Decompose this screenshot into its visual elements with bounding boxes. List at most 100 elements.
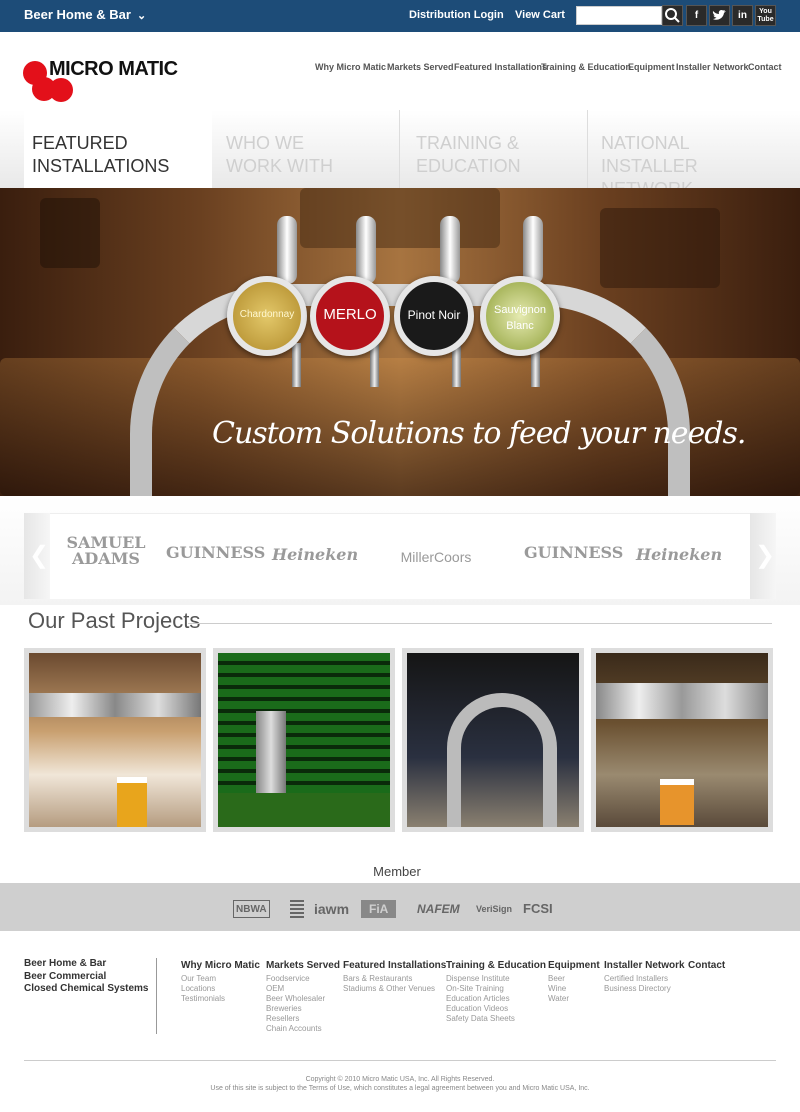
tap-handle: [440, 216, 460, 284]
tab-who-we-work-with[interactable]: WHO WE WORK WITH: [218, 110, 400, 188]
footer-link[interactable]: Stadiums & Other Venues: [343, 984, 446, 994]
project-thumbnail[interactable]: [591, 648, 773, 832]
twitter-icon[interactable]: [709, 5, 730, 26]
member-logo-fcsi[interactable]: FCSI: [523, 900, 553, 918]
member-logo-nafem[interactable]: NAFEM: [417, 900, 460, 918]
footer-link[interactable]: Dispense Institute: [446, 974, 546, 984]
tap-medallion-pinot-noir: Pinot Noir: [394, 276, 474, 356]
brand-logo-millercoors[interactable]: MillerCoors: [380, 549, 492, 565]
chevron-down-icon: ⌄: [136, 10, 147, 22]
view-cart-link[interactable]: View Cart: [515, 9, 565, 21]
footer-link[interactable]: Water: [548, 994, 600, 1004]
project-thumbnail[interactable]: [402, 648, 584, 832]
linkedin-icon[interactable]: in: [732, 5, 753, 26]
carousel-prev-button[interactable]: ❮: [24, 513, 50, 599]
footer-col-markets-served: Markets Served Foodservice OEM Beer Whol…: [266, 958, 340, 1034]
brand-logo-guinness[interactable]: GUINNESS: [524, 545, 623, 561]
project-thumbnail[interactable]: [24, 648, 206, 832]
hero-bokeh: [300, 188, 500, 248]
copyright-text: Copyright © 2010 Micro Matic USA, Inc. A…: [305, 1076, 495, 1083]
member-logo[interactable]: [290, 900, 304, 918]
youtube-icon[interactable]: You Tube: [755, 5, 776, 26]
search-icon: [665, 8, 680, 23]
footer-heading[interactable]: Training & Education: [446, 958, 546, 974]
chevron-right-icon: ❯: [755, 542, 776, 569]
member-logo-nbwa[interactable]: NBWA: [233, 900, 270, 918]
footer-link[interactable]: Education Articles: [446, 994, 546, 1004]
project-image: [407, 653, 579, 827]
footer-link[interactable]: Foodservice: [266, 974, 340, 984]
footer-link[interactable]: Testimonials: [181, 994, 260, 1004]
footer-link[interactable]: Locations: [181, 984, 260, 994]
footer-site-link[interactable]: Beer Home & Bar: [24, 958, 154, 971]
carousel-next-button[interactable]: ❯: [750, 513, 776, 599]
member-heading: Member: [373, 864, 421, 879]
tab-training-education[interactable]: TRAINING & EDUCATION: [408, 110, 588, 188]
brand-logo-samuel-adams[interactable]: SAMUEL ADAMS: [64, 535, 148, 567]
tab-national-installer-network[interactable]: NATIONAL INSTALLER NETWORK: [593, 110, 776, 199]
logo-dot: [49, 78, 73, 102]
footer-site-links: Beer Home & Bar Beer Commercial Closed C…: [24, 958, 154, 996]
nav-installer-network[interactable]: Installer Network: [676, 62, 749, 72]
footer-col-featured-installations: Featured Installations Bars & Restaurant…: [343, 958, 446, 994]
member-logo-fia[interactable]: FiA: [361, 900, 397, 918]
site-selector[interactable]: Beer Home & Bar ⌄: [24, 7, 146, 22]
micro-matic-logo[interactable]: MICRO MATIC: [23, 56, 193, 104]
tap-medallion-chardonnay: Chardonnay: [227, 276, 307, 356]
nav-why-micro-matic[interactable]: Why Micro Matic: [315, 62, 386, 72]
footer-link[interactable]: Beer Wholesaler: [266, 994, 340, 1004]
search-button[interactable]: [662, 5, 683, 26]
footer-link[interactable]: Breweries: [266, 1004, 340, 1014]
nav-featured-installations[interactable]: Featured Installations: [454, 62, 547, 72]
footer-heading[interactable]: Installer Network: [604, 958, 685, 974]
distribution-login-link[interactable]: Distribution Login: [409, 9, 504, 21]
project-image: [596, 653, 768, 827]
hero-banner[interactable]: Chardonnay MERLO Pinot Noir Sauvignon Bl…: [0, 188, 800, 496]
footer-link[interactable]: Our Team: [181, 974, 260, 984]
divider: [188, 623, 772, 624]
member-logo-verisign[interactable]: VeriSign: [476, 900, 512, 918]
nav-equipment[interactable]: Equipment: [628, 62, 675, 72]
facebook-icon[interactable]: f: [686, 5, 707, 26]
terms-text[interactable]: Use of this site is subject to the Terms…: [0, 1084, 800, 1093]
footer-link[interactable]: On-Site Training: [446, 984, 546, 994]
footer-link[interactable]: Business Directory: [604, 984, 685, 994]
footer-heading[interactable]: Markets Served: [266, 958, 340, 974]
footer-link[interactable]: OEM: [266, 984, 340, 994]
footer-link[interactable]: Wine: [548, 984, 600, 994]
tab-featured-installations[interactable]: FEATURED INSTALLATIONS: [24, 110, 212, 188]
chevron-left-icon: ❮: [29, 542, 50, 569]
footer-link[interactable]: Safety Data Sheets: [446, 1014, 546, 1024]
nav-contact[interactable]: Contact: [748, 62, 782, 72]
footer-link[interactable]: Chain Accounts: [266, 1024, 340, 1034]
footer-link[interactable]: Bars & Restaurants: [343, 974, 446, 984]
footer-link[interactable]: Certified Installers: [604, 974, 685, 984]
brand-logo-heineken[interactable]: Heineken: [636, 547, 722, 563]
nav-training-education[interactable]: Training & Education: [541, 62, 631, 72]
footer-site-link[interactable]: Beer Commercial: [24, 971, 154, 984]
logo-wordmark: MICRO MATIC: [49, 58, 178, 80]
brand-carousel: ❮ ❯ SAMUEL ADAMS GUINNESS Heineken Mille…: [0, 497, 800, 605]
divider: [156, 958, 157, 1034]
top-bar: Beer Home & Bar ⌄ Distribution Login View…: [0, 0, 800, 32]
footer-site-link[interactable]: Closed Chemical Systems: [24, 983, 154, 996]
footer-link[interactable]: Education Videos: [446, 1004, 546, 1014]
projects-heading: Our Past Projects: [28, 608, 201, 633]
brand-logo-guinness[interactable]: GUINNESS: [166, 545, 265, 561]
copyright: Copyright © 2010 Micro Matic USA, Inc. A…: [0, 1075, 800, 1093]
footer-heading[interactable]: Contact: [688, 958, 725, 974]
footer-link[interactable]: Beer: [548, 974, 600, 984]
footer-heading[interactable]: Why Micro Matic: [181, 958, 260, 974]
footer-heading[interactable]: Equipment: [548, 958, 600, 974]
footer-col-installer-network: Installer Network Certified Installers B…: [604, 958, 685, 994]
footer-link[interactable]: Resellers: [266, 1014, 340, 1024]
tap-medallion-merlot: MERLO: [310, 276, 390, 356]
footer-heading[interactable]: Featured Installations: [343, 958, 446, 974]
member-logo-iawm[interactable]: iawm: [314, 900, 349, 918]
tap-handle: [356, 216, 376, 284]
search-input[interactable]: [576, 6, 662, 25]
brand-logo-heineken[interactable]: Heineken: [272, 547, 358, 563]
project-thumbnail[interactable]: [213, 648, 395, 832]
footer-col-equipment: Equipment Beer Wine Water: [548, 958, 600, 1004]
nav-markets-served[interactable]: Markets Served: [387, 62, 454, 72]
